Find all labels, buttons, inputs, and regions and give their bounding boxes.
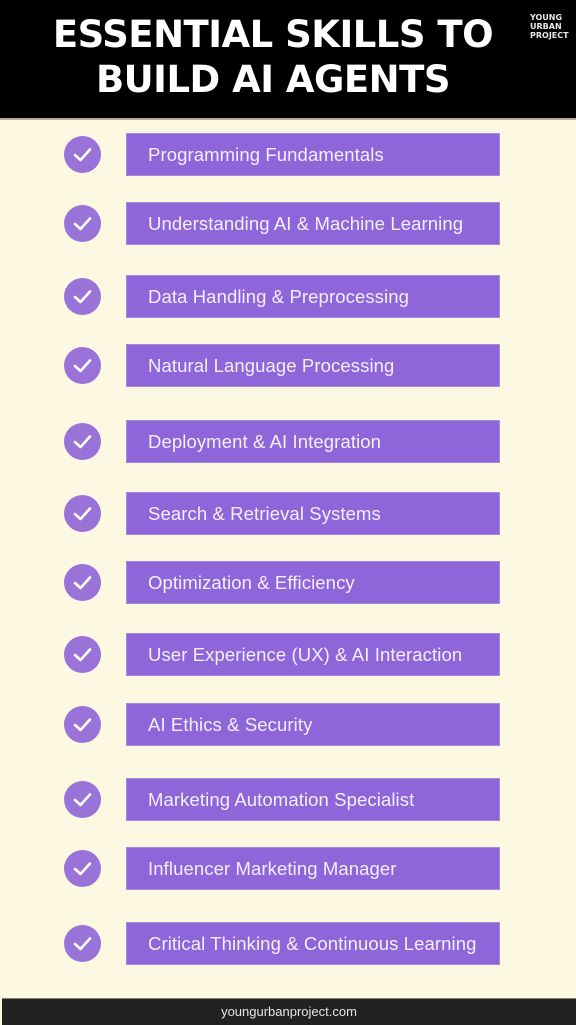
skill-bar: Understanding AI & Machine Learning bbox=[126, 202, 500, 245]
skill-bar: AI Ethics & Security bbox=[126, 703, 500, 746]
skill-item: Data Handling & Preprocessing bbox=[0, 275, 576, 318]
header-banner: ESSENTIAL SKILLS TO BUILD AI AGENTS YOUN… bbox=[0, 0, 576, 118]
check-circle-icon bbox=[64, 564, 101, 601]
check-circle-icon bbox=[64, 495, 101, 532]
skill-item: Marketing Automation Specialist bbox=[0, 778, 576, 821]
check-circle-icon bbox=[64, 278, 101, 315]
skill-label: Critical Thinking & Continuous Learning bbox=[148, 933, 477, 954]
skill-item: Optimization & Efficiency bbox=[0, 561, 576, 604]
skill-item: Programming Fundamentals bbox=[0, 133, 576, 176]
check-circle-icon bbox=[64, 205, 101, 242]
footer-url[interactable]: youngurbanproject.com bbox=[2, 999, 576, 1025]
skill-bar: Natural Language Processing bbox=[126, 344, 500, 387]
skill-item: Influencer Marketing Manager bbox=[0, 847, 576, 890]
skill-label: Search & Retrieval Systems bbox=[148, 503, 381, 524]
skill-bar: Search & Retrieval Systems bbox=[126, 492, 500, 535]
page-title: ESSENTIAL SKILLS TO BUILD AI AGENTS bbox=[0, 12, 576, 102]
check-circle-icon bbox=[64, 781, 101, 818]
skill-bar: Critical Thinking & Continuous Learning bbox=[126, 922, 500, 965]
skill-item: Understanding AI & Machine Learning bbox=[0, 202, 576, 245]
skill-bar: User Experience (UX) & AI Interaction bbox=[126, 633, 500, 676]
skill-label: Deployment & AI Integration bbox=[148, 431, 382, 452]
check-circle-icon bbox=[64, 925, 101, 962]
skill-bar: Programming Fundamentals bbox=[126, 133, 500, 176]
skill-label: User Experience (UX) & AI Interaction bbox=[148, 644, 463, 665]
skill-item: Search & Retrieval Systems bbox=[0, 492, 576, 535]
brand-line-2: URBAN bbox=[530, 22, 562, 31]
skill-label: AI Ethics & Security bbox=[148, 714, 313, 735]
footer: youngurbanproject.com bbox=[2, 998, 576, 1025]
skill-bar: Influencer Marketing Manager bbox=[126, 847, 500, 890]
skill-bar: Optimization & Efficiency bbox=[126, 561, 500, 604]
skill-label: Marketing Automation Specialist bbox=[148, 789, 415, 810]
title-line-1: ESSENTIAL SKILLS TO bbox=[52, 13, 494, 56]
skill-item: AI Ethics & Security bbox=[0, 703, 576, 746]
check-circle-icon bbox=[64, 850, 101, 887]
header-divider bbox=[0, 118, 576, 120]
skill-bar: Data Handling & Preprocessing bbox=[126, 275, 500, 318]
skill-bar: Marketing Automation Specialist bbox=[126, 778, 500, 821]
check-circle-icon bbox=[64, 136, 101, 173]
skill-item: Critical Thinking & Continuous Learning bbox=[0, 922, 576, 965]
brand-line-1: YOUNG bbox=[530, 13, 563, 22]
skill-label: Data Handling & Preprocessing bbox=[148, 286, 410, 307]
skill-label: Programming Fundamentals bbox=[148, 144, 384, 165]
title-line-2: BUILD AI AGENTS bbox=[95, 58, 451, 101]
brand-logo: YOUNG URBAN PROJECT bbox=[530, 13, 569, 40]
skill-item: Deployment & AI Integration bbox=[0, 420, 576, 463]
check-circle-icon bbox=[64, 423, 101, 460]
skill-label: Influencer Marketing Manager bbox=[148, 858, 397, 879]
skill-bar: Deployment & AI Integration bbox=[126, 420, 500, 463]
check-circle-icon bbox=[64, 636, 101, 673]
skill-label: Natural Language Processing bbox=[148, 355, 395, 376]
skill-label: Understanding AI & Machine Learning bbox=[148, 213, 464, 234]
skill-label: Optimization & Efficiency bbox=[148, 572, 355, 593]
skill-item: Natural Language Processing bbox=[0, 344, 576, 387]
brand-line-3: PROJECT bbox=[530, 31, 569, 40]
check-circle-icon bbox=[64, 347, 101, 384]
skill-item: User Experience (UX) & AI Interaction bbox=[0, 633, 576, 676]
check-circle-icon bbox=[64, 706, 101, 743]
